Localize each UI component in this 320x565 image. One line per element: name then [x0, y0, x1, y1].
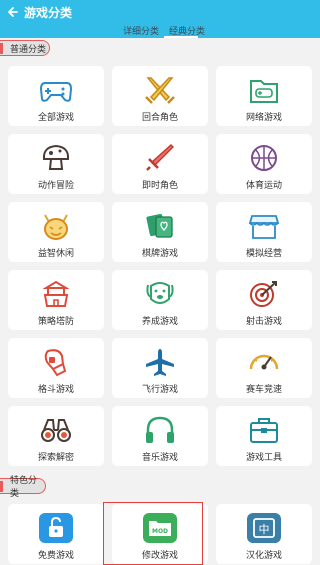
category-label: 策略塔防	[37, 317, 74, 327]
toolbox-icon	[250, 418, 278, 443]
category-label: 回合角色	[141, 113, 178, 123]
tab-detailed[interactable]: 详细分类	[123, 24, 159, 37]
category-label: 音乐游戏	[141, 453, 178, 463]
category-music[interactable]: 音乐游戏	[112, 406, 208, 466]
category-label: 探索解密	[37, 453, 74, 463]
selection-highlight	[103, 502, 203, 565]
category-strategy[interactable]: 策略塔防	[8, 270, 104, 330]
category-label: 射击游戏	[245, 317, 282, 327]
category-shooting[interactable]: 射击游戏	[216, 270, 312, 330]
chinese-char-icon: 中	[247, 513, 281, 543]
category-label: 网络游戏	[245, 113, 282, 123]
cards-icon	[146, 213, 173, 238]
category-tools[interactable]: 游戏工具	[216, 406, 312, 466]
headphones-icon	[146, 416, 174, 443]
category-raising[interactable]: 养成游戏	[112, 270, 208, 330]
category-label: 棋牌游戏	[141, 249, 178, 259]
target-icon	[250, 281, 277, 307]
category-flight[interactable]: 飞行游戏	[112, 338, 208, 398]
category-cards[interactable]: 棋牌游戏	[112, 202, 208, 262]
tab-bar: 详细分类 经典分类	[0, 24, 320, 38]
category-label: 动作冒险	[37, 181, 74, 191]
category-turn-rpg[interactable]: 回合角色	[112, 66, 208, 126]
category-simulation[interactable]: 模拟经营	[216, 202, 312, 262]
chinese-badge-text: 中	[259, 523, 270, 536]
tower-icon	[42, 280, 70, 307]
dog-icon	[146, 282, 174, 304]
category-label: 飞行游戏	[141, 385, 178, 395]
category-chinese[interactable]: 中 汉化游戏	[216, 504, 312, 564]
mushroom-icon	[42, 144, 70, 170]
category-puzzle[interactable]: 益智休闲	[8, 202, 104, 262]
category-label: 益智休闲	[37, 249, 74, 259]
category-fighting[interactable]: 格斗游戏	[8, 338, 104, 398]
category-sports[interactable]: 体育运动	[216, 134, 312, 194]
active-tab-indicator	[164, 36, 198, 38]
devil-icon	[44, 214, 68, 240]
category-label: 汉化游戏	[245, 551, 282, 561]
gamepad-icon	[39, 82, 73, 102]
folder-gamepad-icon	[250, 80, 278, 103]
binoculars-icon	[41, 419, 71, 442]
boxing-glove-icon	[44, 349, 67, 377]
category-label: 即时角色	[141, 181, 178, 191]
category-realtime-rpg[interactable]: 即时角色	[112, 134, 208, 194]
category-label: 养成游戏	[141, 317, 178, 327]
category-label: 赛车竞速	[245, 385, 282, 395]
category-all-games[interactable]: 全部游戏	[8, 66, 104, 126]
category-label: 免费游戏	[37, 551, 74, 561]
category-online[interactable]: 网络游戏	[216, 66, 312, 126]
category-exploration[interactable]: 探索解密	[8, 406, 104, 466]
category-label: 体育运动	[245, 181, 282, 191]
page-title: 游戏分类	[24, 6, 73, 20]
basketball-icon	[251, 145, 277, 171]
category-action[interactable]: 动作冒险	[8, 134, 104, 194]
category-label: 全部游戏	[37, 113, 74, 123]
category-free[interactable]: 免费游戏	[8, 504, 104, 564]
sword-icon	[146, 144, 174, 171]
section-special: 特色分类	[0, 476, 46, 499]
airplane-icon	[146, 349, 174, 376]
speedometer-icon	[249, 354, 279, 370]
category-racing[interactable]: 赛车竞速	[216, 338, 312, 398]
crossed-swords-icon	[145, 77, 175, 104]
section-normal: 普通分类	[0, 40, 50, 56]
category-label: 模拟经营	[245, 249, 282, 259]
back-arrow-icon	[7, 7, 18, 17]
shop-icon	[248, 215, 280, 239]
category-label: 游戏工具	[245, 453, 282, 463]
app-header: 游戏分类 详细分类 经典分类	[0, 0, 320, 38]
category-label: 格斗游戏	[37, 385, 74, 395]
back-button[interactable]	[2, 2, 24, 22]
unlock-icon	[39, 513, 73, 543]
